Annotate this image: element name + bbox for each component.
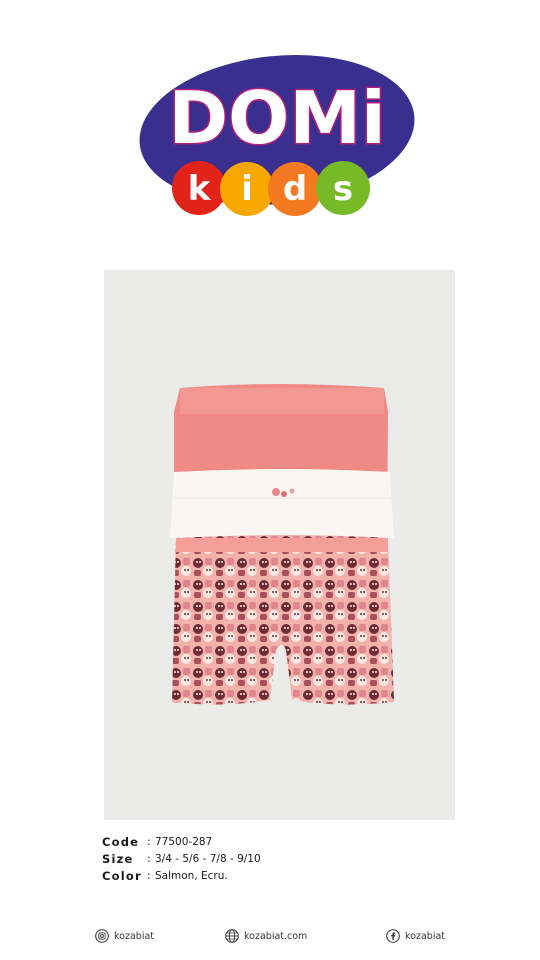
spec-value: 77500-287 [155,835,213,848]
logo-letter-d: d [283,169,307,209]
spec-size: Size : 3/4 - 5/6 - 7/8 - 9/10 [102,850,261,867]
product-illustration [170,384,394,705]
facebook-link[interactable]: kozabiat [386,929,445,943]
spec-label: Size [102,851,134,866]
spec-value: Salmon, Ecru. [155,869,228,882]
spec-colon: : [147,869,151,882]
spec-colon: : [147,852,151,865]
product-specs: Code : 77500-287 Size : 3/4 - 5/6 - 7/8 … [102,833,261,884]
ecru-boxer [170,469,394,538]
logo-main-text: DOMi [168,76,385,160]
globe-icon [225,929,239,943]
instagram-handle: kozabiat [114,930,154,942]
facebook-icon [386,929,400,943]
facebook-handle: kozabiat [405,930,445,942]
instagram-icon [95,929,109,943]
printed-waistband [176,538,388,552]
logo-letter-i: i [241,169,253,209]
spec-label: Code [102,834,140,849]
spec-colon: : [147,835,151,848]
logo-letter-s: s [333,169,353,209]
printed-boxer [172,535,394,705]
brand-logo: DOMi k i d s [135,48,420,226]
footer: kozabiat kozabiat.com kozabiat [0,929,540,947]
ecru-print-motif [272,488,280,496]
instagram-link[interactable]: kozabiat [95,929,154,943]
spec-code: Code : 77500-287 [102,833,261,850]
spec-value: 3/4 - 5/6 - 7/8 - 9/10 [155,852,261,865]
salmon-waistband [180,388,384,414]
spec-color: Color : Salmon, Ecru. [102,867,261,884]
domi-kids-logo: DOMi k i d s [139,55,415,216]
product-photo [104,270,455,820]
spec-label: Color [102,868,142,883]
website-url: kozabiat.com [244,930,308,942]
logo-letter-k: k [188,169,212,209]
website-link[interactable]: kozabiat.com [225,929,307,943]
